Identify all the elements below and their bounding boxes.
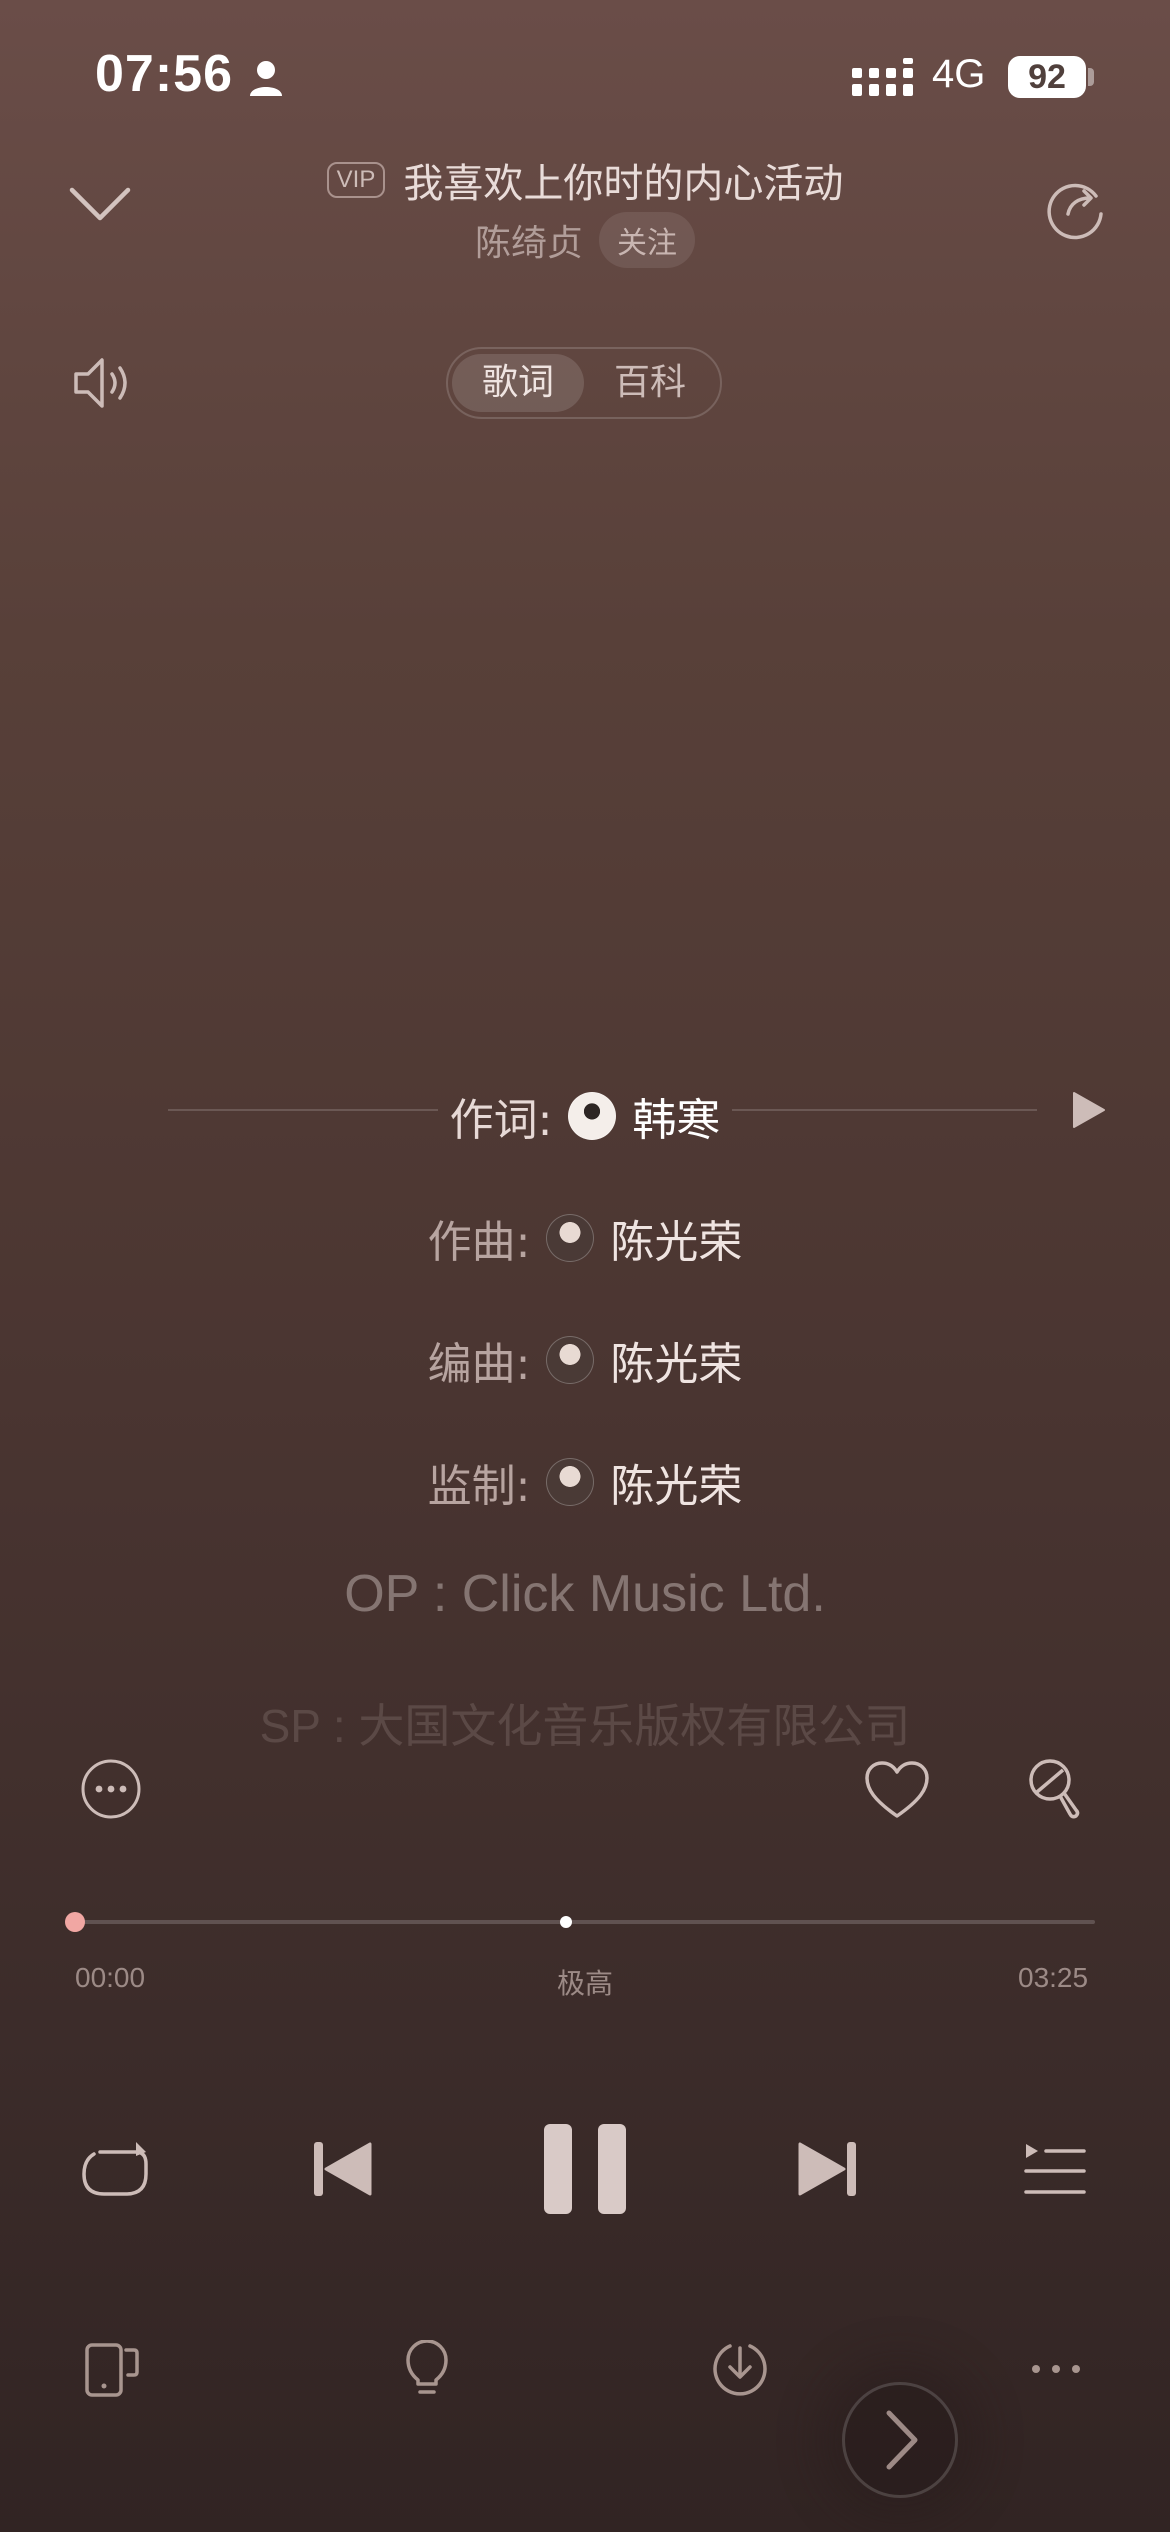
- previous-button[interactable]: [312, 2140, 372, 2198]
- battery-tip: [1088, 68, 1094, 86]
- previous-icon: [314, 2142, 372, 2196]
- avatar[interactable]: [568, 1092, 617, 1140]
- progress-track[interactable]: [75, 1920, 1095, 1924]
- signal-icon: [852, 58, 916, 98]
- repeat-button[interactable]: [80, 2138, 150, 2200]
- artist-name[interactable]: 陈绮贞: [475, 214, 583, 266]
- like-button[interactable]: [864, 1760, 930, 1820]
- pause-icon: [544, 2124, 626, 2214]
- credit-name[interactable]: 陈光荣: [610, 1450, 742, 1514]
- device-button[interactable]: [84, 2342, 140, 2398]
- person-icon: [246, 58, 286, 98]
- repeat-icon: [82, 2142, 148, 2196]
- song-title-row: VIP 我喜欢上你时的内心活动: [300, 150, 870, 210]
- song-title: 我喜欢上你时的内心活动: [403, 161, 844, 207]
- battery-indicator: 92: [1008, 56, 1086, 98]
- more-button[interactable]: [1030, 2362, 1082, 2376]
- lyrics-tabs: 歌词 百科: [446, 347, 722, 419]
- credit-row-composer: 作曲: 陈光荣: [0, 1206, 1170, 1270]
- heart-icon: [865, 1761, 929, 1818]
- bulb-button[interactable]: [404, 2340, 450, 2398]
- device-icon: [85, 2343, 139, 2397]
- credit-row-producer: 监制: 陈光荣: [0, 1450, 1170, 1514]
- tab-lyrics[interactable]: 歌词: [452, 354, 584, 412]
- credit-name[interactable]: 陈光荣: [610, 1328, 742, 1392]
- volume-button[interactable]: [72, 354, 134, 412]
- follow-button[interactable]: 关注: [599, 212, 695, 268]
- credit-row-lyricist: 作词: 韩寒: [0, 1084, 1170, 1148]
- floating-next-button[interactable]: [842, 2382, 958, 2498]
- download-button[interactable]: [712, 2340, 768, 2396]
- artist-row: 陈绮贞 关注: [420, 212, 750, 268]
- lyric-line-op: OP : Click Music Ltd.: [344, 1565, 826, 1623]
- credit-role: 作曲:: [427, 1217, 531, 1268]
- share-icon: [1047, 183, 1103, 240]
- vip-badge: VIP: [326, 162, 386, 198]
- credit-name[interactable]: 韩寒: [632, 1084, 720, 1148]
- bulb-icon: [406, 2340, 448, 2394]
- time-current: 00:00: [75, 1962, 146, 1993]
- pause-button[interactable]: [544, 2124, 626, 2214]
- chevron-right-icon: [886, 2410, 918, 2470]
- karaoke-button[interactable]: [1026, 1758, 1082, 1824]
- network-type: 4G: [932, 52, 986, 96]
- more-circle-icon: [81, 1759, 141, 1819]
- avatar[interactable]: [546, 1214, 595, 1262]
- time-total: 03:25: [1018, 1962, 1089, 1993]
- volume-icon: [74, 358, 127, 408]
- playlist-button[interactable]: [1024, 2142, 1086, 2198]
- next-button[interactable]: [798, 2140, 858, 2198]
- song-options-button[interactable]: [80, 1758, 142, 1820]
- credit-role: 编曲:: [427, 1339, 531, 1390]
- credit-row-arranger: 编曲: 陈光荣: [0, 1328, 1170, 1392]
- playlist-icon: [1024, 2144, 1086, 2194]
- share-button[interactable]: [1044, 176, 1108, 240]
- credit-role: 监制:: [427, 1461, 531, 1512]
- collapse-button[interactable]: [66, 178, 134, 230]
- credit-name[interactable]: 陈光荣: [610, 1206, 742, 1270]
- lyric-line-sp: SP : 大国文化音乐版权有限公司: [259, 1700, 911, 1752]
- download-icon: [713, 2344, 767, 2396]
- credit-role: 作词:: [449, 1095, 553, 1146]
- next-icon: [798, 2142, 856, 2196]
- more-icon: [1032, 2365, 1080, 2373]
- tab-wiki[interactable]: 百科: [584, 354, 716, 412]
- microphone-icon: [1029, 1759, 1080, 1819]
- status-time: 07:56: [95, 45, 233, 103]
- avatar[interactable]: [546, 1336, 595, 1384]
- chevron-down-icon: [69, 187, 131, 221]
- avatar[interactable]: [546, 1458, 595, 1506]
- quality-marker: [560, 1916, 572, 1928]
- quality-button[interactable]: 极高: [535, 1962, 635, 2002]
- progress-handle[interactable]: [65, 1912, 85, 1932]
